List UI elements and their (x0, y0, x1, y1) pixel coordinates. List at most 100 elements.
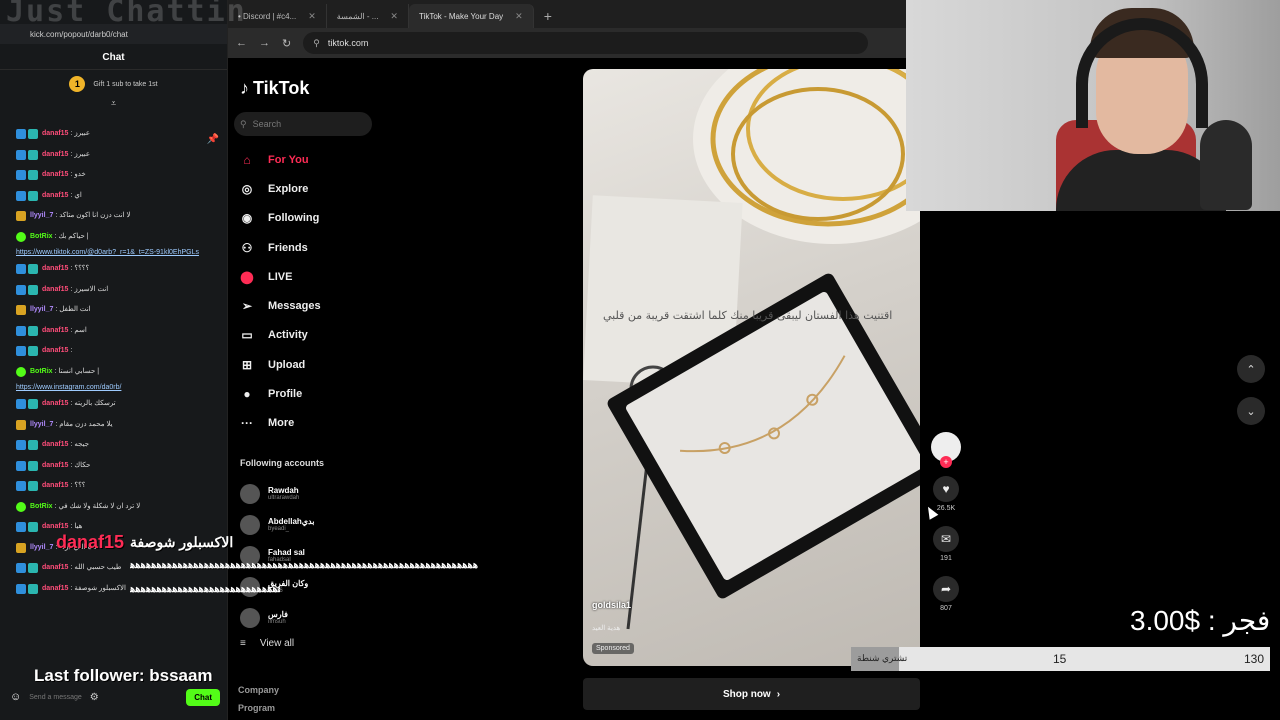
badge-icon (28, 325, 38, 336)
video-actions: + ♥ 26.5K ✉ 191 ➦ 807 (928, 432, 964, 612)
chat-link[interactable]: https://www.instagram.com/da0rb/ (16, 382, 221, 394)
chat-username[interactable]: danaf15 (42, 165, 68, 186)
nav-item-upload[interactable]: ⊞ Upload (238, 350, 418, 379)
chat-username[interactable]: danaf15 (42, 558, 68, 579)
chat-input[interactable]: Send a message (29, 694, 82, 701)
new-tab-button[interactable]: + (534, 4, 562, 28)
chat-username[interactable]: danaf15 (42, 186, 68, 207)
badge-icon (28, 399, 38, 410)
chat-username[interactable]: danaf15 (42, 145, 68, 166)
url-field[interactable]: ⚲ tiktok.com (303, 32, 868, 54)
badge-icon (16, 284, 26, 295)
chat-username[interactable]: llyyil_7 (30, 415, 53, 436)
emote-icon[interactable]: ☺ (10, 691, 21, 703)
follow-plus-icon[interactable]: + (940, 456, 952, 468)
nav-label: More (268, 417, 295, 430)
chat-username[interactable]: llyyil_7 (30, 206, 53, 227)
chat-username[interactable]: danaf15 (42, 435, 68, 456)
forward-icon[interactable]: → (259, 37, 270, 49)
comment-count: 191 (940, 555, 952, 562)
badge-icon (16, 399, 26, 410)
chat-username[interactable]: danaf15 (42, 579, 68, 600)
chat-username[interactable]: danaf15 (42, 124, 68, 145)
send-chat-button[interactable]: Chat (186, 688, 220, 706)
video-author[interactable]: goldsila1 (592, 600, 631, 610)
nav-item-explore[interactable]: ◎ Explore (238, 174, 418, 203)
nav-item-profile[interactable]: ● Profile (238, 379, 418, 408)
tiktok-logo[interactable]: ♪ TikTok (240, 78, 309, 99)
account-name: Rawdah (268, 486, 299, 495)
chevron-up-icon[interactable]: ⌃ (1237, 355, 1265, 383)
heart-icon[interactable]: ♥ (933, 476, 959, 502)
tab-tiktok[interactable]: TikTok - Make Your Day ✕ (408, 4, 534, 28)
view-all-button[interactable]: ≡ View all (240, 638, 294, 649)
close-icon[interactable]: ✕ (515, 11, 523, 22)
chevron-down-icon[interactable]: ⩡ (0, 98, 227, 108)
shop-now-button[interactable]: Shop now › (583, 678, 920, 710)
nav-item-for-you[interactable]: ⌂ For You (238, 145, 418, 174)
nav-item-more[interactable]: ··· More (238, 409, 418, 438)
share-icon[interactable]: ➦ (933, 576, 959, 602)
chat-username[interactable]: danaf15 (42, 259, 68, 280)
close-icon[interactable]: ✕ (390, 11, 398, 22)
chat-message-list: danaf15: عبيرز danaf15: عبيرز danaf15: خدو… (0, 108, 227, 599)
comment-icon[interactable]: ✉ (933, 526, 959, 552)
creator-avatar[interactable]: + (931, 432, 961, 468)
chat-text: : جيجه (70, 441, 90, 448)
video-frame-jewelry: اقتنيت هذا الفستان ليبقى قريبا منك كلما … (583, 69, 920, 630)
nav-item-friends[interactable]: ⚇ Friends (238, 233, 418, 262)
tab-arabic[interactable]: الشمسة - ... ✕ (327, 4, 409, 28)
chat-username[interactable]: danaf15 (42, 341, 68, 362)
close-icon[interactable]: ✕ (308, 11, 316, 22)
reload-icon[interactable]: ↻ (282, 37, 291, 50)
pin-icon[interactable]: 📌 (207, 134, 219, 145)
live-icon: ⬤ (240, 269, 254, 284)
account-handle: ultrarawdah (268, 495, 300, 501)
following-account[interactable]: فارس ifmsuh (240, 602, 420, 633)
chat-message: danaf15: جيجه (16, 435, 221, 456)
chat-message: danaf15: عبيرز (16, 145, 221, 166)
following-icon: ◉ (241, 211, 253, 226)
chat-username[interactable]: BotRix (30, 362, 53, 383)
badge-icon (28, 583, 38, 594)
chat-message: danaf15: ترسكك بالريته (16, 394, 221, 415)
footer-program[interactable]: Program (238, 699, 279, 717)
video-player[interactable]: اقتنيت هذا الفستان ليبقى قريبا منك كلما … (583, 69, 920, 666)
chat-text: : حسابي انستا | (54, 367, 100, 375)
gift-sub-banner[interactable]: 1 Gift 1 sub to take 1st (0, 70, 227, 98)
following-account[interactable]: Rawdah ultrarawdah (240, 478, 420, 509)
chat-text: : عبيرز (70, 130, 91, 137)
badge-icon (28, 264, 38, 275)
chat-username[interactable]: danaf15 (42, 321, 68, 342)
site-info-icon[interactable]: ⚲ (313, 38, 320, 49)
chat-username[interactable]: BotRix (30, 227, 53, 248)
chat-username[interactable]: llyyil_7 (30, 300, 53, 321)
back-icon[interactable]: ← (236, 37, 247, 49)
chat-username[interactable]: llyyil_7 (30, 538, 53, 559)
nav-label: Upload (268, 358, 306, 371)
goal-max: 130 (1243, 652, 1264, 666)
chevron-right-icon: › (776, 688, 781, 700)
badge-icon (28, 440, 38, 451)
nav-item-following[interactable]: ◉ Following (238, 204, 418, 233)
nav-item-messages[interactable]: ➢ Messages (238, 291, 418, 320)
chat-username[interactable]: danaf15 (42, 280, 68, 301)
badge-icon (28, 129, 38, 140)
gear-icon[interactable]: ⚙ (90, 692, 99, 703)
chat-username[interactable]: danaf15 (42, 394, 68, 415)
chat-username[interactable]: BotRix (30, 497, 53, 518)
chat-link[interactable]: https://www.tiktok.com/@d0arb?_r=1&_t=ZS… (16, 247, 221, 259)
tiktok-note-icon: ♪ (240, 78, 249, 98)
badge-icon (16, 346, 26, 357)
tiktok-nav: ⌂ For You ◎ Explore ◉ Following ⚇ Friends ⬤ LIVE ➢… (238, 145, 418, 438)
chat-username[interactable]: danaf15 (42, 476, 68, 497)
chat-username[interactable]: danaf15 (42, 456, 68, 477)
nav-item-live[interactable]: ⬤ LIVE (238, 262, 418, 291)
following-account[interactable]: Abdellahبدي byeadi_ (240, 509, 420, 540)
avatar (240, 607, 260, 628)
badge-icon (28, 284, 38, 295)
chevron-down-icon[interactable]: ⌄ (1237, 397, 1265, 425)
nav-item-activity[interactable]: ▭ Activity (238, 321, 418, 350)
search-input[interactable]: ⚲ Search (234, 112, 372, 136)
footer-company[interactable]: Company (238, 681, 279, 699)
